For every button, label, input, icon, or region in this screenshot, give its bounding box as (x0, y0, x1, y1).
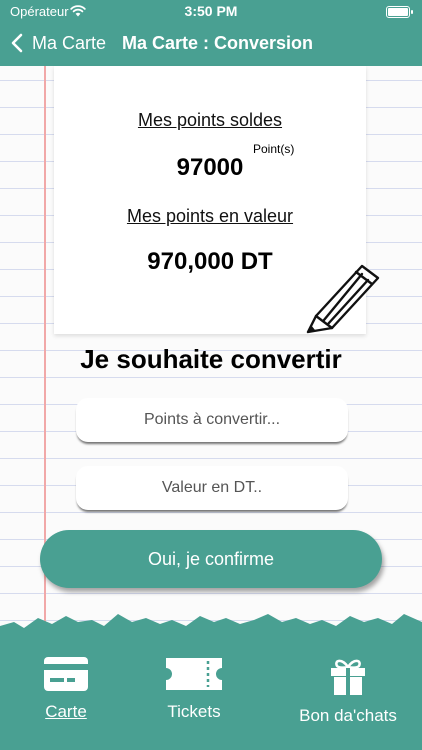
status-bar: Opérateur 3:50 PM (0, 0, 422, 24)
tab-tickets-label: Tickets (167, 702, 221, 721)
tab-bar: Carte Tickets Bon da'chats (0, 640, 422, 750)
points-balance-label: Mes points soldes (137, 110, 283, 130)
points-value-label: Mes points en valeur (126, 206, 294, 226)
page-title: Ma Carte : Conversion (122, 33, 314, 53)
header: Opérateur 3:50 PM Ma Carte Ma Carte : Co… (0, 0, 422, 66)
points-to-convert-input[interactable] (76, 398, 348, 442)
back-label: Ma Carte (32, 32, 107, 53)
chevron-left-icon (11, 33, 23, 53)
pencil-icon (306, 264, 380, 334)
points-balance-value: 97000 (176, 154, 244, 181)
tab-tickets[interactable]: Tickets (138, 640, 250, 750)
convert-title: Je souhaite convertir (80, 344, 342, 374)
card-icon (44, 657, 88, 691)
tab-bon-dachats-label: Bon da'chats (299, 706, 397, 725)
back-button[interactable]: Ma Carte (10, 30, 106, 56)
tab-carte[interactable]: Carte (10, 640, 122, 750)
battery-icon (386, 6, 413, 18)
confirm-button[interactable]: Oui, je confirme (40, 530, 382, 588)
status-time: 3:50 PM (184, 3, 238, 19)
points-unit: Point(s) (253, 142, 295, 156)
tab-bon-dachats[interactable]: Bon da'chats (284, 640, 412, 750)
ticket-icon (166, 658, 222, 690)
tab-carte-label: Carte (45, 702, 87, 721)
value-dt-input[interactable] (76, 466, 348, 510)
gift-icon (331, 659, 365, 695)
